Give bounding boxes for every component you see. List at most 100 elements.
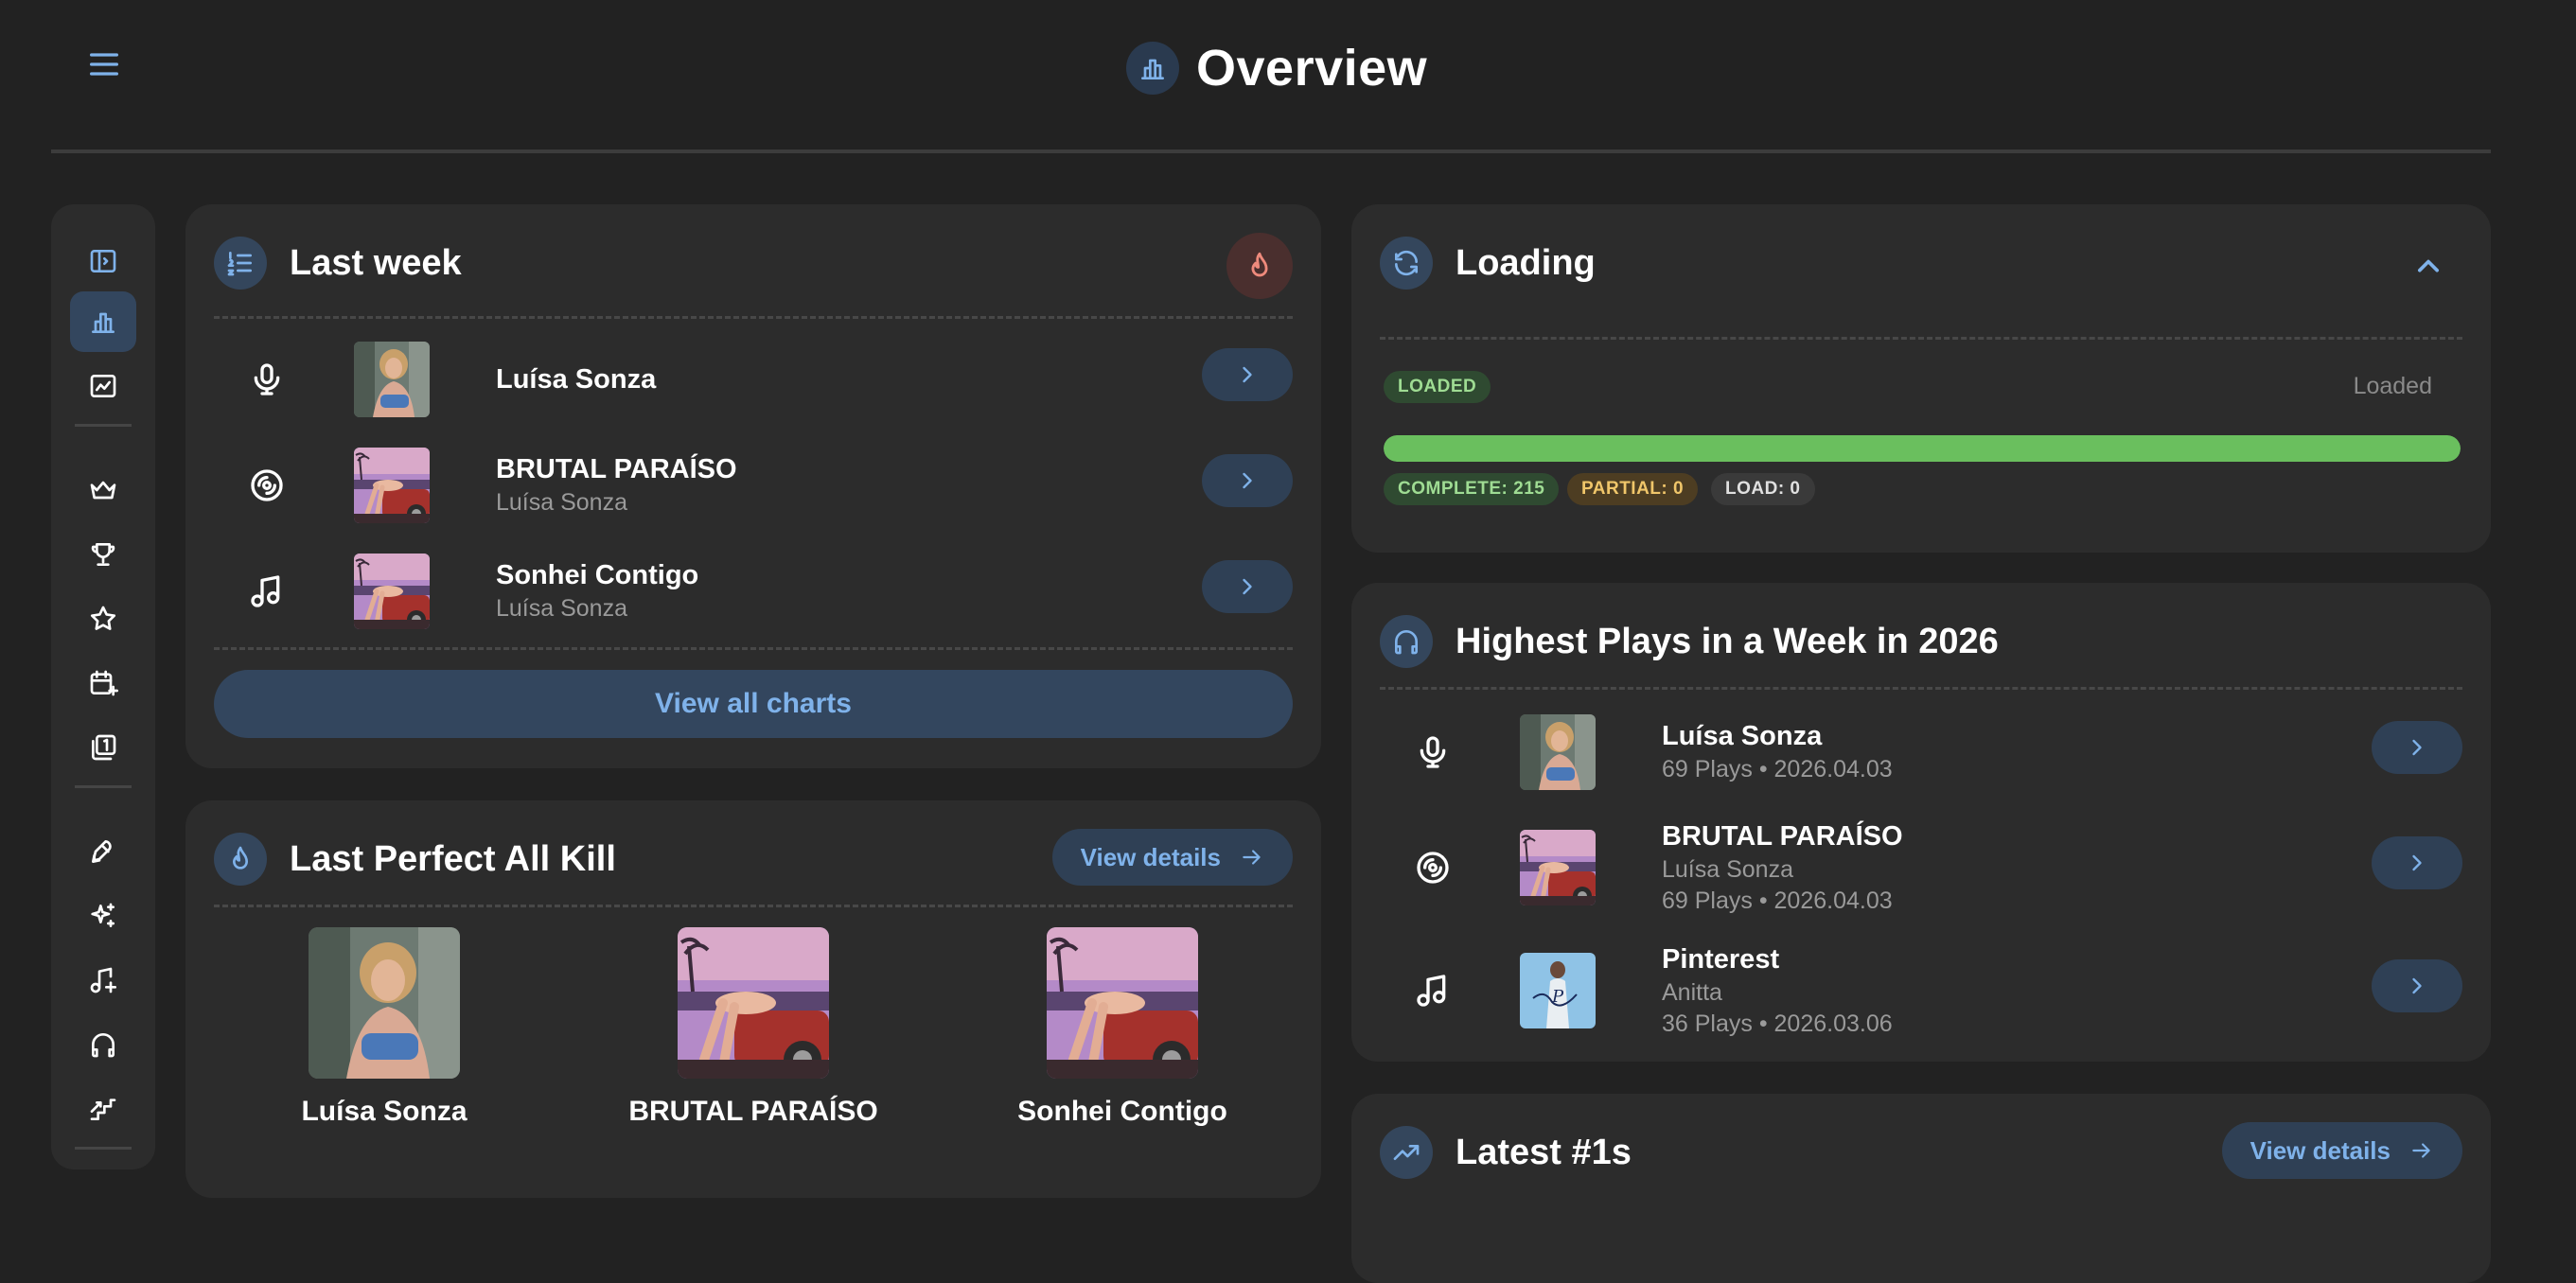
- hot-button[interactable]: [1226, 233, 1293, 299]
- pak-item[interactable]: Sonhei Contigo: [980, 927, 1264, 1128]
- music-note-icon: [1414, 972, 1452, 1010]
- open-button[interactable]: [1202, 560, 1293, 613]
- album-cover: [678, 927, 829, 1079]
- pak-item-label: Luísa Sonza: [301, 1096, 468, 1127]
- item-name: Luísa Sonza: [496, 363, 657, 395]
- disc-icon: [248, 466, 286, 504]
- album-cover: [354, 448, 430, 523]
- sidebar-item-climbers[interactable]: [70, 1079, 136, 1139]
- menu-button[interactable]: [85, 45, 123, 83]
- item-plays: 36 Plays • 2026.03.06: [1662, 1010, 1893, 1037]
- sidebar-divider: [75, 785, 132, 788]
- headphones-icon: [1380, 615, 1433, 668]
- view-all-charts-button[interactable]: View all charts: [214, 670, 1293, 738]
- item-name: Luísa Sonza: [1662, 721, 1823, 751]
- chevron-right-icon: [1243, 472, 1252, 489]
- complete-badge: COMPLETE: 215: [1384, 473, 1560, 505]
- partial-badge: PARTIAL: 0: [1567, 473, 1699, 505]
- sidebar-item-number-ones[interactable]: [70, 717, 136, 778]
- divider: [214, 905, 1293, 907]
- album-cover: [1520, 830, 1596, 905]
- stairs-up-icon: [90, 1098, 116, 1120]
- sidebar-item-listening[interactable]: [70, 1014, 136, 1075]
- view-details-button[interactable]: View details: [1051, 829, 1293, 886]
- card-header: Last Perfect All Kill: [214, 833, 616, 886]
- track-cover: [1047, 927, 1198, 1079]
- open-button[interactable]: [2372, 721, 2462, 774]
- list-item: Sonhei Contigo Luísa Sonza: [214, 549, 1293, 634]
- list-item: Luísa Sonza: [214, 337, 1293, 422]
- trending-up-icon: [1380, 1126, 1433, 1179]
- chevron-up-icon: [2418, 259, 2439, 272]
- chevron-right-icon: [1243, 578, 1252, 595]
- sidebar-item-crown[interactable]: [70, 460, 136, 520]
- sidebar-item-new-music[interactable]: [70, 950, 136, 1011]
- chevron-right-icon: [1243, 366, 1252, 383]
- card-header: Highest Plays in a Week in 2026: [1380, 615, 1999, 668]
- sparkles-icon: [91, 903, 115, 927]
- sidebar-item-overview[interactable]: [70, 291, 136, 352]
- microphone-icon: [1414, 733, 1452, 771]
- refresh-icon: [1380, 237, 1433, 290]
- open-button[interactable]: [2372, 959, 2462, 1012]
- pak-item[interactable]: BRUTAL PARAÍSO: [611, 927, 895, 1128]
- item-name: BRUTAL PARAÍSO: [496, 454, 737, 484]
- item-name: Pinterest: [1662, 943, 1780, 975]
- card-title: Highest Plays in a Week in 2026: [1456, 621, 1999, 661]
- artist-cover: [309, 927, 460, 1079]
- card-header: Latest #1s: [1380, 1126, 1632, 1179]
- sidebar-item-trends[interactable]: [70, 356, 136, 416]
- item-plays: 69 Plays • 2026.04.03: [1662, 887, 1893, 914]
- last-week-card: Last week Luísa Sonza BRUTAL PARAÍSO Luí…: [185, 204, 1321, 768]
- view-details-button[interactable]: View details: [2221, 1122, 2462, 1179]
- track-cover: [354, 554, 430, 629]
- card-header: Last week: [214, 237, 462, 290]
- status-text: Loaded: [2353, 373, 2432, 399]
- pak-item[interactable]: Luísa Sonza: [242, 927, 526, 1128]
- page-header: Overview: [1126, 38, 1427, 98]
- item-artist: Luísa Sonza: [496, 489, 627, 516]
- music-note-icon: [248, 572, 286, 610]
- pak-item-label: Sonhei Contigo: [1017, 1096, 1227, 1127]
- sidebar-item-rocket[interactable]: [70, 821, 136, 882]
- sidebar-divider: [75, 424, 132, 427]
- progress-bar: [1384, 435, 2461, 462]
- divider: [214, 316, 1293, 319]
- trophy-icon: [91, 543, 115, 566]
- calendar-plus-icon: [90, 670, 118, 696]
- card-title: Last Perfect All Kill: [290, 838, 616, 879]
- bar-chart-icon: [92, 312, 115, 333]
- page-title: Overview: [1196, 40, 1428, 97]
- star-icon: [90, 606, 116, 630]
- sidebar-item-star[interactable]: [70, 589, 136, 649]
- collapse-button[interactable]: [2408, 246, 2449, 288]
- item-plays: 69 Plays • 2026.04.03: [1662, 756, 1893, 782]
- divider: [214, 647, 1293, 650]
- rocket-icon: [92, 840, 112, 863]
- artist-cover: [1520, 714, 1596, 790]
- highest-plays-card: Highest Plays in a Week in 2026 Luísa So…: [1351, 583, 2491, 1062]
- open-button[interactable]: [2372, 836, 2462, 889]
- open-button[interactable]: [1202, 454, 1293, 507]
- view-details-label: View details: [2250, 1135, 2391, 1165]
- list-item: Pinterest Anitta 36 Plays • 2026.03.06: [1380, 944, 2462, 1037]
- arrow-right-icon: [2412, 1143, 2430, 1158]
- sidebar-item-toggle[interactable]: [70, 231, 136, 291]
- sidebar-toggle-icon: [90, 250, 116, 272]
- sidebar-item-sparkles[interactable]: [70, 886, 136, 946]
- flame-icon: [214, 833, 267, 886]
- chevron-right-icon: [2412, 977, 2422, 994]
- sidebar-item-trophy[interactable]: [70, 524, 136, 585]
- card-title: Latest #1s: [1456, 1132, 1632, 1172]
- sidebar-item-calendar[interactable]: [70, 653, 136, 713]
- ordered-list-icon: [214, 237, 267, 290]
- menu-icon: [90, 53, 119, 76]
- status-badge: LOADED: [1384, 371, 1491, 403]
- open-button[interactable]: [1202, 348, 1293, 401]
- progress-fill: [1384, 435, 2461, 462]
- divider: [1380, 337, 2462, 340]
- sidebar: [51, 204, 155, 1169]
- divider: [1380, 687, 2462, 690]
- item-name: BRUTAL PARAÍSO: [1662, 820, 1903, 852]
- card-header: Loading: [1380, 237, 1596, 290]
